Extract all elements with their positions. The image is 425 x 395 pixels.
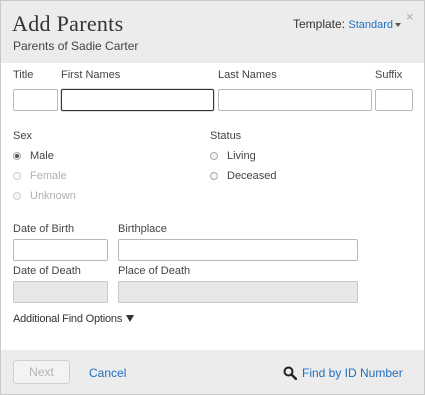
template-selector: Template: Standard	[293, 17, 402, 31]
status-option-label: Living	[227, 150, 256, 162]
add-parents-dialog: Add Parents Parents of Sadie Carter Temp…	[0, 0, 425, 395]
birthplace-label: Birthplace	[118, 223, 167, 235]
magnifier-icon	[283, 366, 297, 380]
status-option-label: Deceased	[227, 170, 277, 182]
find-by-id-label: Find by ID Number	[302, 366, 403, 380]
dialog-subtitle: Parents of Sadie Carter	[13, 39, 139, 53]
title-label: Title	[13, 69, 34, 81]
status-option-living[interactable]: Living	[210, 150, 256, 162]
template-dropdown[interactable]: Standard	[348, 19, 402, 31]
additional-find-options-label: Additional Find Options	[13, 313, 123, 325]
sex-label: Sex	[13, 130, 32, 142]
first-names-label: First Names	[61, 69, 121, 81]
suffix-input[interactable]	[375, 89, 413, 111]
next-button[interactable]: Next	[13, 360, 70, 384]
last-names-label: Last Names	[218, 69, 277, 81]
title-input[interactable]	[13, 89, 58, 111]
close-icon[interactable]: ×	[406, 10, 414, 23]
suffix-label: Suffix	[375, 69, 403, 81]
radio-female[interactable]	[13, 172, 21, 180]
dialog-header: Add Parents Parents of Sadie Carter Temp…	[1, 1, 424, 63]
sex-option-female[interactable]: Female	[13, 170, 67, 182]
dialog-footer: Next Cancel Find by ID Number	[1, 350, 424, 394]
triangle-down-icon	[126, 315, 135, 322]
first-names-input[interactable]	[61, 89, 214, 111]
template-label: Template:	[293, 17, 346, 31]
birthplace-input[interactable]	[118, 239, 358, 261]
date-of-death-input[interactable]	[13, 281, 108, 303]
date-of-death-label: Date of Death	[13, 265, 81, 277]
radio-male[interactable]	[13, 152, 21, 160]
place-of-death-label: Place of Death	[118, 265, 191, 277]
additional-find-options-toggle[interactable]: Additional Find Options	[13, 313, 135, 325]
cancel-link[interactable]: Cancel	[89, 366, 126, 380]
radio-unknown[interactable]	[13, 192, 21, 200]
caret-down-icon	[395, 23, 402, 27]
find-by-id-link[interactable]: Find by ID Number	[283, 366, 403, 380]
radio-deceased[interactable]	[210, 172, 218, 180]
radio-living[interactable]	[210, 152, 218, 160]
date-of-birth-input[interactable]	[13, 239, 108, 261]
sex-option-male[interactable]: Male	[13, 150, 54, 162]
sex-option-label: Female	[30, 170, 67, 182]
status-option-deceased[interactable]: Deceased	[210, 170, 277, 182]
sex-option-unknown[interactable]: Unknown	[13, 190, 76, 202]
sex-option-label: Male	[30, 150, 54, 162]
dialog-title: Add Parents	[12, 11, 124, 36]
status-label: Status	[210, 130, 242, 142]
sex-option-label: Unknown	[30, 190, 76, 202]
place-of-death-input[interactable]	[118, 281, 358, 303]
last-names-input[interactable]	[218, 89, 372, 111]
date-of-birth-label: Date of Birth	[13, 223, 75, 235]
template-value: Standard	[348, 19, 394, 31]
